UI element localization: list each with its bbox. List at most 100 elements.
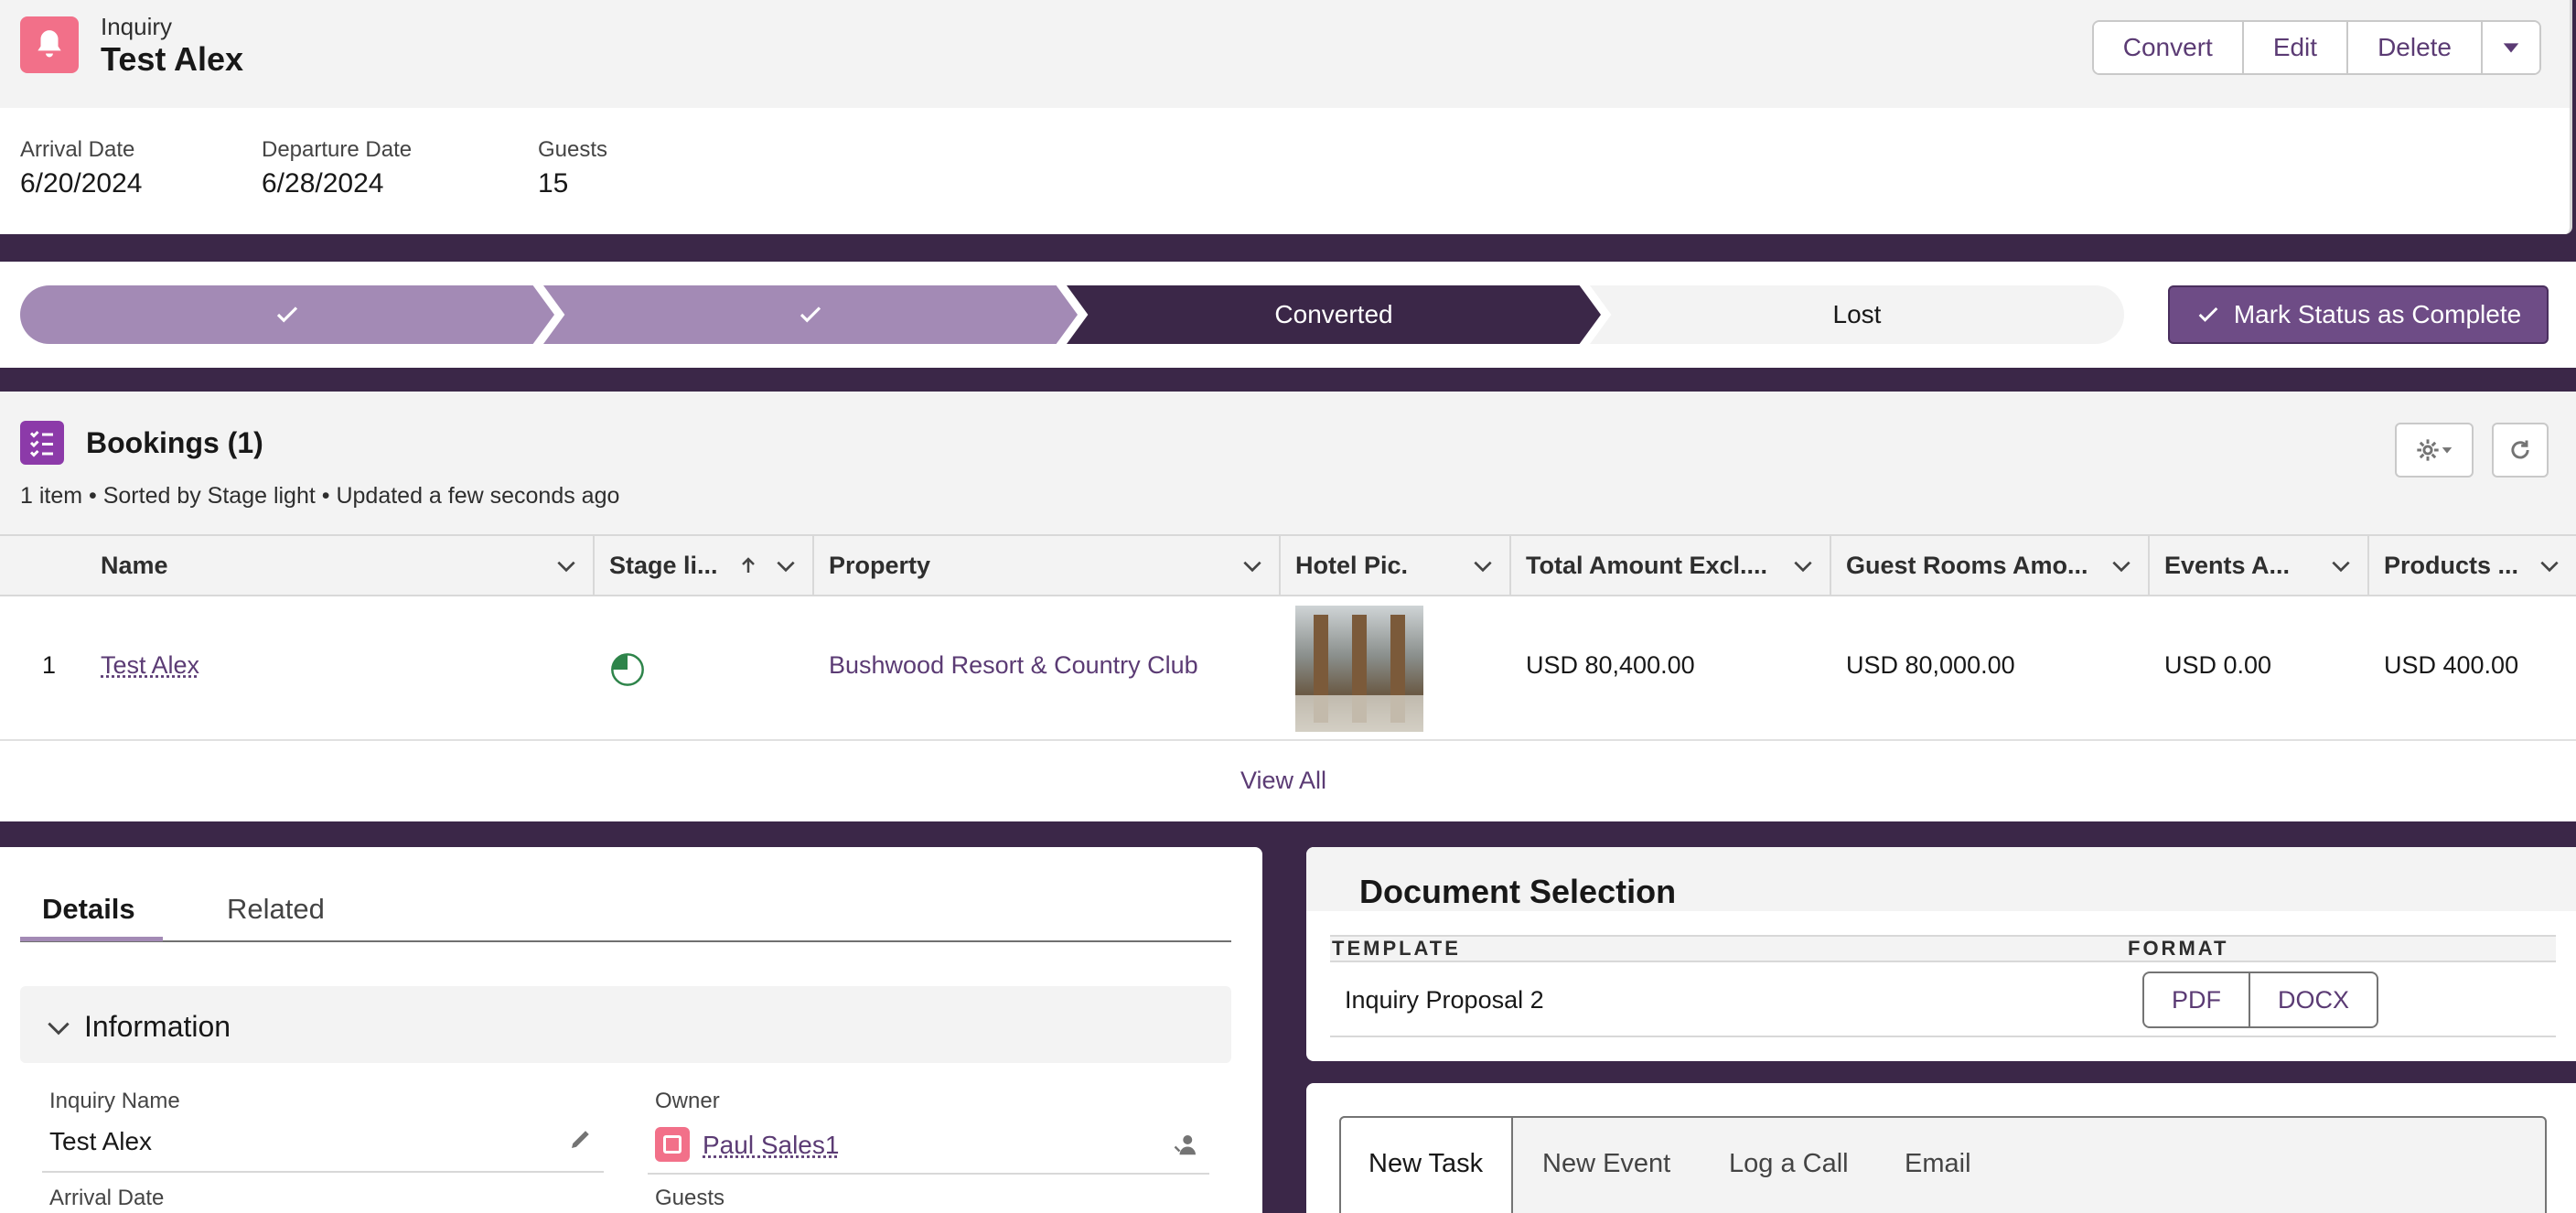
check-icon xyxy=(276,306,298,323)
column-header-name[interactable]: Name xyxy=(86,534,595,596)
tab-new-event[interactable]: New Event xyxy=(1542,1149,1670,1179)
caret-down-icon xyxy=(2442,447,2453,454)
active-tab-indicator xyxy=(20,937,163,941)
tab-new-task[interactable]: New Task xyxy=(1368,1149,1483,1179)
column-header-events-amount[interactable]: Events A... xyxy=(2150,534,2369,596)
convert-button[interactable]: Convert xyxy=(2093,22,2244,73)
column-label: Stage li... xyxy=(609,551,718,579)
more-actions-button[interactable] xyxy=(2483,22,2539,73)
bookings-title[interactable]: Bookings (1) xyxy=(86,426,263,460)
format-column-header: FORMAT xyxy=(2128,937,2229,960)
owner-avatar xyxy=(655,1127,690,1162)
caret-down-icon xyxy=(2503,43,2519,53)
highlight-label: Arrival Date xyxy=(20,137,135,162)
check-icon xyxy=(2198,306,2218,322)
mark-status-complete-button[interactable]: Mark Status as Complete xyxy=(2168,285,2549,344)
column-label: Events A... xyxy=(2164,551,2291,579)
column-label: Hotel Pic. xyxy=(1295,551,1409,579)
refresh-icon xyxy=(2511,440,2529,459)
tab-divider xyxy=(20,940,1231,942)
inquiry-name-label: Inquiry Name xyxy=(49,1089,180,1113)
chevron-down-icon[interactable] xyxy=(2329,554,2353,578)
chevron-down-icon[interactable] xyxy=(1791,554,1815,578)
chevron-down-icon[interactable] xyxy=(1471,554,1495,578)
change-owner-icon[interactable] xyxy=(1173,1131,1200,1163)
chevron-down-icon[interactable] xyxy=(774,554,798,578)
tab-related[interactable]: Related xyxy=(227,893,325,926)
column-label: Name xyxy=(101,551,168,579)
chevron-down-icon[interactable] xyxy=(44,1014,73,1047)
sort-arrow-up-icon xyxy=(742,557,755,573)
products-amount-value: USD 400.00 xyxy=(2384,651,2519,679)
column-label: Guest Rooms Amo... xyxy=(1846,551,2088,579)
column-header-products-amount[interactable]: Products ... xyxy=(2369,534,2576,596)
column-label: Products ... xyxy=(2384,551,2519,579)
chevron-down-icon[interactable] xyxy=(554,554,578,578)
guest-rooms-amount-value: USD 80,000.00 xyxy=(1846,651,2015,679)
chevron-down-icon[interactable] xyxy=(2538,554,2561,578)
highlight-label: Departure Date xyxy=(262,137,413,162)
chevron-down-icon[interactable] xyxy=(2109,554,2133,578)
stage-light-indicator-icon xyxy=(609,651,646,692)
chevron-down-icon[interactable] xyxy=(1240,554,1264,578)
document-row-divider xyxy=(1330,1036,2556,1037)
field-divider xyxy=(42,1171,604,1173)
view-all-link[interactable]: View All xyxy=(0,767,2567,795)
highlight-value: 6/20/2024 xyxy=(20,168,143,199)
template-name: Inquiry Proposal 2 xyxy=(1345,986,1544,1014)
path-stage-1[interactable] xyxy=(20,285,554,344)
inquiry-bell-icon xyxy=(20,16,79,73)
tab-log-a-call[interactable]: Log a Call xyxy=(1729,1149,1849,1179)
delete-button[interactable]: Delete xyxy=(2348,22,2483,73)
tab-details[interactable]: Details xyxy=(42,893,135,926)
record-actions: Convert Edit Delete xyxy=(2091,20,2541,75)
page-title: Test Alex xyxy=(101,40,244,78)
record-type-label: Inquiry xyxy=(101,13,173,40)
document-selection-title: Document Selection xyxy=(1359,873,1677,910)
refresh-button[interactable] xyxy=(2492,423,2549,478)
column-label: Property xyxy=(829,551,931,579)
section-title: Information xyxy=(84,1010,231,1043)
property-link[interactable]: Bushwood Resort & Country Club xyxy=(829,651,1198,680)
highlight-arrival-date: Arrival Date 6/20/2024 xyxy=(20,137,142,199)
booking-name-link[interactable]: Test Alex xyxy=(101,651,199,680)
path-stage-lost[interactable]: Lost xyxy=(1590,285,2124,344)
pdf-button[interactable]: PDF xyxy=(2144,973,2250,1026)
field-divider xyxy=(648,1173,1209,1175)
column-label: Total Amount Excl.... xyxy=(1526,551,1768,579)
highlight-guests: Guests 15 xyxy=(538,137,607,199)
column-header-property[interactable]: Property xyxy=(814,534,1281,596)
owner-link[interactable]: Paul Sales1 xyxy=(703,1131,839,1160)
path-stage-converted[interactable]: Converted xyxy=(1067,285,1601,344)
mark-complete-label: Mark Status as Complete xyxy=(2233,300,2522,328)
list-settings-button[interactable] xyxy=(2395,423,2474,478)
highlight-value: 6/28/2024 xyxy=(262,168,384,199)
pencil-edit-icon[interactable] xyxy=(567,1125,595,1157)
inquiry-name-value: Test Alex xyxy=(49,1127,153,1155)
docx-button[interactable]: DOCX xyxy=(2250,973,2377,1026)
owner-label: Owner xyxy=(655,1089,720,1113)
bookings-checklist-icon xyxy=(20,421,64,465)
events-amount-value: USD 0.00 xyxy=(2164,651,2272,679)
highlight-label: Guests xyxy=(538,137,608,162)
column-header-stage-light[interactable]: Stage li... xyxy=(595,534,814,596)
row-number: 1 xyxy=(42,651,57,679)
check-icon xyxy=(800,306,821,323)
hotel-picture-thumbnail[interactable] xyxy=(1295,606,1423,732)
total-amount-value: USD 80,400.00 xyxy=(1526,651,1695,679)
arrival-date-label: Arrival Date xyxy=(49,1186,165,1210)
column-header-guest-rooms-amount[interactable]: Guest Rooms Amo... xyxy=(1831,534,2150,596)
bookings-subtitle: 1 item • Sorted by Stage light • Updated… xyxy=(20,483,620,509)
tab-email[interactable]: Email xyxy=(1905,1149,1971,1179)
path-stage-2[interactable] xyxy=(543,285,1078,344)
template-column-header: TEMPLATE xyxy=(1332,937,1461,960)
edit-button[interactable]: Edit xyxy=(2243,22,2349,73)
gear-icon xyxy=(2417,439,2439,461)
highlight-departure-date: Departure Date 6/28/2024 xyxy=(262,137,412,199)
guests-label: Guests xyxy=(655,1186,725,1210)
column-header-hotel-pic[interactable]: Hotel Pic. xyxy=(1281,534,1511,596)
format-button-group: PDF DOCX xyxy=(2142,971,2379,1028)
highlight-value: 15 xyxy=(538,168,569,199)
column-header-total-amount[interactable]: Total Amount Excl.... xyxy=(1511,534,1831,596)
document-table-header xyxy=(1330,935,2556,962)
